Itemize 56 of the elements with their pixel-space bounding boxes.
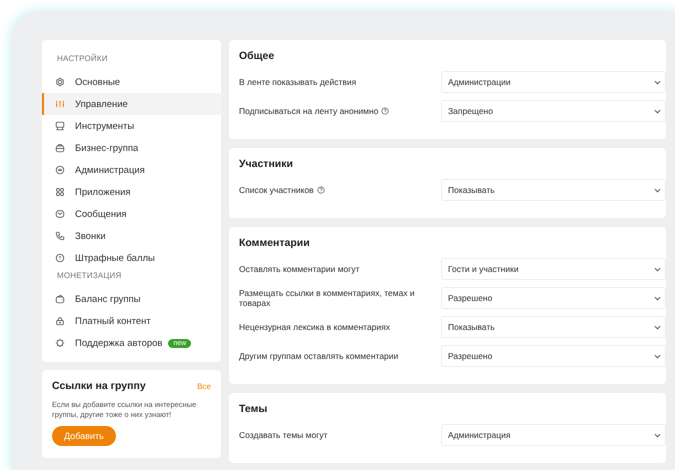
dropdown-field[interactable]: Администрация <box>441 424 666 446</box>
chevron-icon <box>654 296 661 300</box>
menu-icon <box>55 316 65 326</box>
dropdown-field[interactable]: Показывать <box>441 179 666 201</box>
dropdown-field[interactable]: Показывать <box>441 316 666 338</box>
sidebar-item[interactable]: Сообщения <box>42 203 221 225</box>
menu-icon <box>55 165 65 175</box>
menu-icon <box>55 121 65 131</box>
setting-label: Список участников <box>239 184 314 196</box>
help-icon[interactable] <box>381 107 390 115</box>
menu-icon <box>55 294 65 304</box>
sidebar-item[interactable]: Администрация <box>42 159 221 181</box>
dropdown-field[interactable]: Администрации <box>441 71 666 93</box>
sidebar-item[interactable]: Баланс группы <box>42 288 221 310</box>
sidebar-item[interactable]: Бизнес-группа <box>42 137 221 159</box>
sidebar-item[interactable]: Приложения <box>42 181 221 203</box>
sidebar-item[interactable]: Основные <box>42 71 221 93</box>
menu-icon <box>55 253 65 263</box>
chevron-icon <box>654 354 661 358</box>
menu-icon <box>55 187 65 197</box>
chevron-icon <box>654 266 661 272</box>
chevron-icon <box>654 80 661 84</box>
section-title: Участники <box>239 158 294 170</box>
setting-label: Другим группам оставлять комментарии <box>239 350 398 362</box>
setting-label: Подписываться на ленту анонимно <box>239 106 378 116</box>
sidebar-item[interactable]: Звонки <box>42 225 221 247</box>
section-title: Темы <box>239 403 268 415</box>
sidebar-item[interactable]: Платный контент <box>42 310 221 332</box>
menu-icon <box>55 77 65 87</box>
dropdown-field[interactable]: Разрешено <box>441 287 666 309</box>
menu-icon <box>55 231 65 241</box>
dropdown-field[interactable]: Гости и участники <box>441 258 666 280</box>
setting-label: Размещать ссылки в комментариях, темах и товарах <box>239 288 416 308</box>
setting-label: Создавать темы могут <box>239 430 328 440</box>
sidebar-section-title: НАСТРОЙКИ <box>56 52 109 65</box>
setting-label: В ленте показывать действия <box>239 76 356 88</box>
section-title: Общее <box>239 50 276 62</box>
menu-icon <box>55 338 65 348</box>
card-title: Ссылки на группу <box>52 380 146 392</box>
chevron-icon <box>654 324 661 330</box>
menu-icon <box>55 143 65 153</box>
menu-icon <box>55 209 65 219</box>
chevron-icon <box>654 108 661 114</box>
chevron-icon <box>654 188 661 192</box>
sidebar-item[interactable]: Управление <box>42 93 221 115</box>
sidebar-section-title: МОНЕТИЗАЦИЯ <box>56 270 122 282</box>
setting-label: Нецензурная лексика в комментариях <box>239 322 390 332</box>
sidebar-item[interactable]: Инструменты <box>42 115 221 137</box>
section-title: Комментарии <box>239 237 311 249</box>
sidebar-item[interactable]: Штрафные баллы <box>42 247 221 269</box>
help-icon[interactable] <box>316 186 325 194</box>
setting-label: Оставлять комментарии могут <box>239 264 360 274</box>
dropdown-field[interactable]: Запрещено <box>441 100 666 122</box>
menu-icon <box>55 99 65 109</box>
chevron-icon <box>654 432 661 438</box>
dropdown-field[interactable]: Разрешено <box>441 345 666 367</box>
